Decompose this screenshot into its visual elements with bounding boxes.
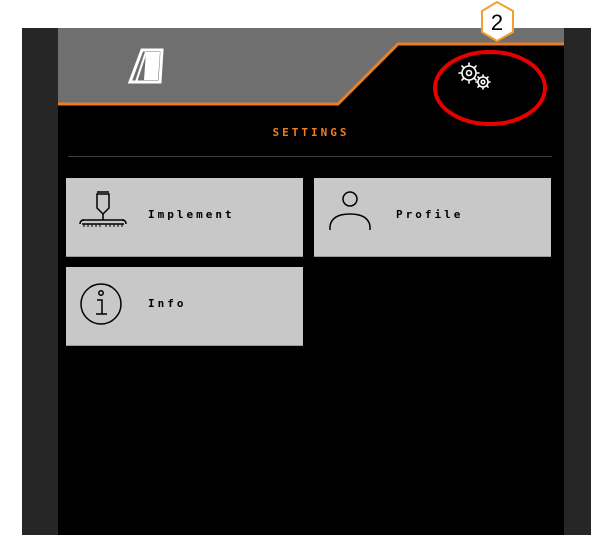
terminal-screen: SETTINGS Implement Profile Info <box>58 28 564 535</box>
info-label: Info <box>148 297 187 310</box>
implement-tile[interactable]: Implement <box>66 178 303 257</box>
callout-number: 2 <box>490 10 504 35</box>
implement-logo-icon <box>127 48 164 84</box>
title-divider <box>68 156 552 157</box>
profile-tile[interactable]: Profile <box>314 178 551 257</box>
profile-icon <box>329 191 371 230</box>
page-title: SETTINGS <box>272 126 350 139</box>
implement-icon <box>79 191 127 227</box>
profile-label: Profile <box>396 208 464 221</box>
gears-icon <box>458 62 491 90</box>
settings-button[interactable] <box>443 54 509 98</box>
info-icon <box>80 283 122 325</box>
info-tile[interactable]: Info <box>66 267 303 346</box>
implement-label: Implement <box>148 208 235 221</box>
